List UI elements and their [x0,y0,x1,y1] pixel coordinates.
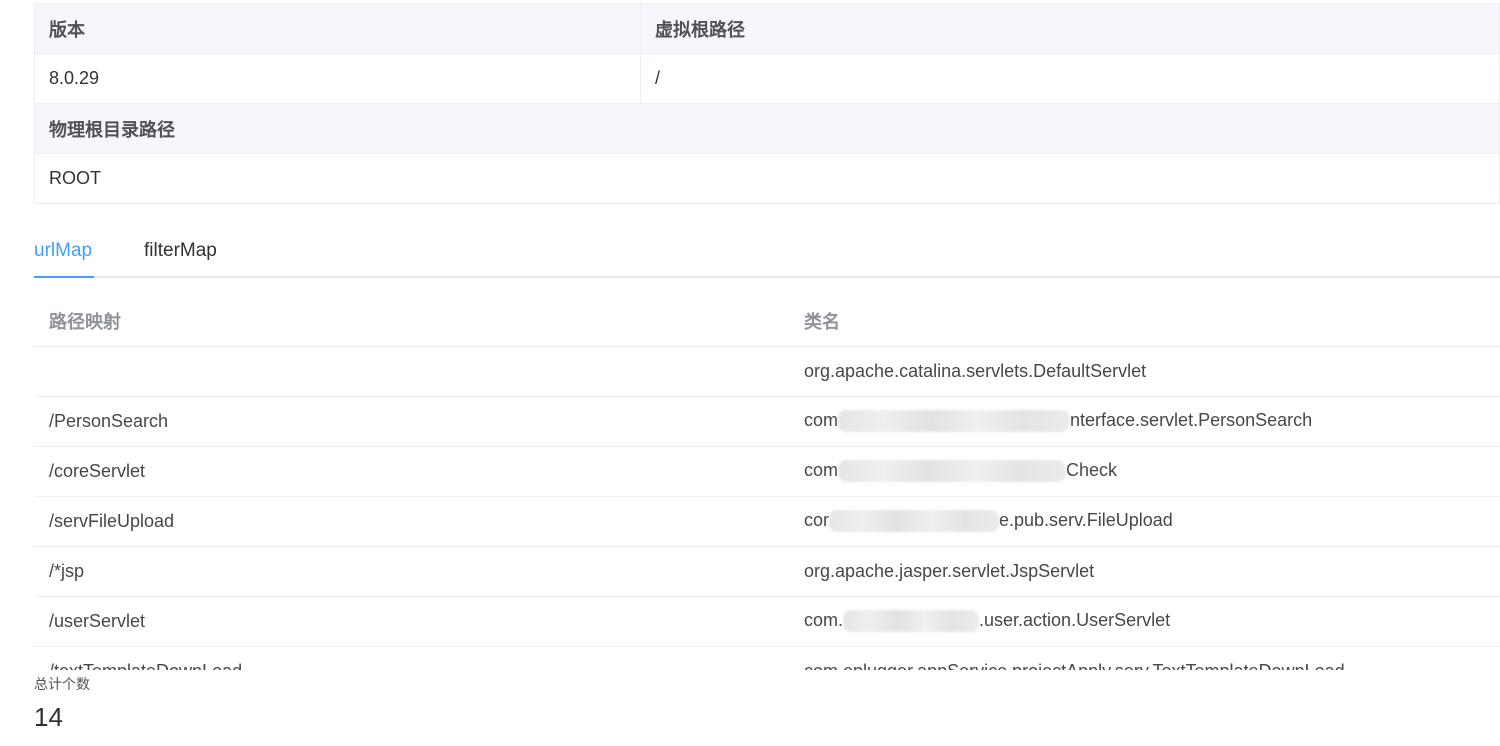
cell-class-name: com nterface.servlet.PersonSearch [789,396,1500,447]
class-name-prefix: com.eplugger.appService.projectApply.ser… [804,661,1345,671]
table-row[interactable]: /*jsp org.apache.jasper.servlet.JspServle… [34,546,1500,597]
tab-filtermap[interactable]: filterMap [144,240,217,262]
cell-path: /servFileUpload [34,496,789,547]
page: 版本 虚拟根路径 8.0.29 / 物理根目录路径 ROOT urlMap fi… [0,0,1500,746]
class-name-suffix: .user.action.UserServlet [979,609,1171,630]
class-name-prefix: com. [804,609,844,630]
cell-class-name: org.apache.catalina.servlets.DefaultServ… [789,346,1500,397]
column-class-name[interactable]: 类名 [789,296,1500,347]
redacted-mosaic [843,610,980,633]
cell-class-name: cor e.pub.serv.FileUpload [789,496,1500,547]
table-row[interactable]: /coreServlet com Check [34,446,1500,497]
redacted-mosaic [829,510,1000,533]
cell-path [34,346,789,397]
active-tab-indicator [34,276,94,278]
cell-class-name: com. .user.action.UserServlet [789,596,1500,647]
url-map-table[interactable]: 路径映射 类名 org.apache.catalina.servlets.Def… [34,296,1500,670]
cell-class-name: com Check [789,446,1500,497]
desc-row-physical-value: ROOT [35,154,1500,204]
total-count-label: 总计个数 [34,676,90,692]
table-row[interactable]: /servFileUpload cor e.pub.serv.FileUpload [34,496,1500,547]
class-name-prefix: org.apache.jasper.servlet.JspServlet [804,560,1095,581]
cell-path: /PersonSearch [34,396,789,447]
cell-path: /*jsp [34,546,789,597]
class-name-suffix: e.pub.serv.FileUpload [999,509,1173,530]
table-row[interactable]: org.apache.catalina.servlets.DefaultServ… [34,346,1500,397]
table-header: 路径映射 类名 [34,296,1500,347]
table: 路径映射 类名 org.apache.catalina.servlets.Def… [34,296,1500,670]
total-count-value: 14 [34,702,63,732]
class-name-prefix: com [804,459,839,480]
cell-path: /coreServlet [34,446,789,497]
table-row[interactable]: /PersonSearch com nterface.servlet.PersonS… [34,396,1500,447]
version-label: 版本 [35,4,641,54]
desc-row-values: 8.0.29 / [35,54,1500,104]
desc-row-labels: 版本 虚拟根路径 [35,4,1500,54]
virtual-root-value: / [641,54,1500,104]
table-row[interactable]: /userServlet com. .user.action.UserServlet [34,596,1500,647]
class-name-prefix: org.apache.catalina.servlets.DefaultServ… [804,360,1147,381]
column-path-mapping[interactable]: 路径映射 [34,296,789,347]
tab-urlmap[interactable]: urlMap [34,240,92,262]
version-value: 8.0.29 [35,54,641,104]
virtual-root-label: 虚拟根路径 [641,4,1500,54]
cell-class-name: com.eplugger.appService.projectApply.ser… [789,646,1500,670]
cell-class-name: org.apache.jasper.servlet.JspServlet [789,546,1500,597]
physical-root-label: 物理根目录路径 [35,104,1500,154]
cell-path: /userServlet [34,596,789,647]
map-tabs: urlMap filterMap [34,232,1500,278]
class-name-suffix: nterface.servlet.PersonSearch [1070,409,1313,430]
descriptions-panel: 版本 虚拟根路径 8.0.29 / 物理根目录路径 ROOT [34,3,1500,204]
class-name-suffix: Check [1066,459,1118,480]
class-name-prefix: cor [804,509,830,530]
cell-path: /textTemplateDownLoad [34,646,789,670]
redacted-mosaic [838,410,1071,433]
class-name-prefix: com [804,409,839,430]
desc-row-physical-label: 物理根目录路径 [35,104,1500,154]
table-row[interactable]: /textTemplateDownLoad com.eplugger.appSer… [34,646,1500,670]
redacted-mosaic [838,460,1067,483]
physical-root-value: ROOT [35,154,1500,204]
table-body: org.apache.catalina.servlets.DefaultServ… [34,346,1500,670]
